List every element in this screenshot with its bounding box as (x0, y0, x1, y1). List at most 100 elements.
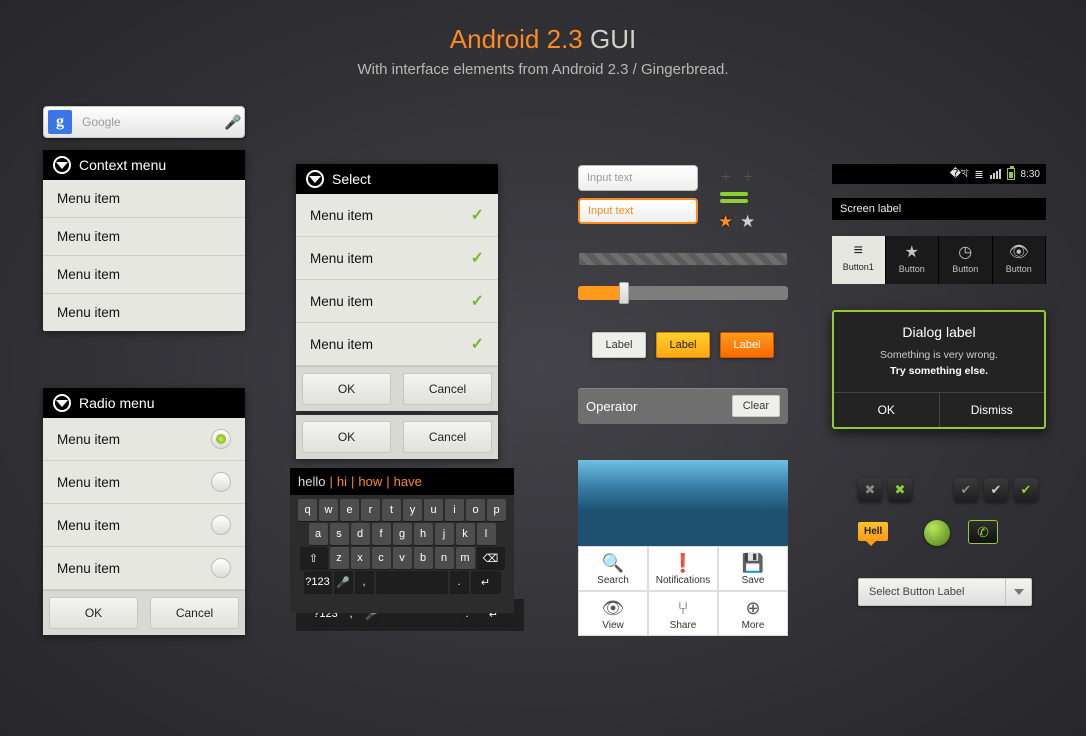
app-more[interactable]: ⊕More (718, 591, 788, 636)
enter-key[interactable]: ↵ (471, 571, 501, 593)
key-h[interactable]: h (414, 523, 433, 545)
key-b[interactable]: b (414, 547, 433, 569)
app-notifications[interactable]: ❗Notifications (648, 546, 718, 591)
radio-off-icon[interactable] (211, 515, 231, 535)
select-item[interactable]: Menu item✓ (296, 237, 498, 280)
context-menu-item[interactable]: Menu item (43, 256, 245, 294)
mic-key[interactable]: 🎤 (363, 603, 382, 625)
text-input-focused[interactable]: Input text (578, 198, 698, 224)
key-u[interactable]: u (424, 499, 443, 521)
radio-item[interactable]: Menu item (43, 418, 245, 461)
key-z[interactable]: z (330, 547, 349, 569)
context-menu-item[interactable]: Menu item (43, 218, 245, 256)
key-n[interactable]: n (435, 547, 454, 569)
soft-keyboard[interactable]: hello |hi |how |have qwertyuiop asdfghjk… (290, 468, 514, 613)
key-w[interactable]: w (319, 499, 338, 521)
key-f[interactable]: f (372, 523, 391, 545)
key-g[interactable]: g (393, 523, 412, 545)
key-v[interactable]: v (393, 547, 412, 569)
check-green-icon[interactable]: ✔ (1014, 478, 1038, 502)
star-filled-icon[interactable]: ★ (718, 212, 733, 232)
suggestion-alt[interactable]: have (394, 474, 422, 489)
ok-button[interactable]: OK (302, 421, 391, 453)
key-a[interactable]: a (309, 523, 328, 545)
key-k[interactable]: k (456, 523, 475, 545)
label-button-default[interactable]: Label (592, 332, 646, 358)
search-input[interactable]: Google (76, 115, 222, 129)
tab-button[interactable]: 👁Button (993, 236, 1047, 284)
select-item[interactable]: Menu item✓ (296, 280, 498, 323)
context-menu-item[interactable]: Menu item (43, 294, 245, 331)
key-l[interactable]: l (477, 523, 496, 545)
key-j[interactable]: j (435, 523, 454, 545)
radio-on-icon[interactable] (211, 429, 231, 449)
key-e[interactable]: e (340, 499, 359, 521)
plus-icon[interactable]: ＋ (742, 168, 754, 185)
mic-key[interactable]: 🎤 (334, 571, 353, 593)
enter-key[interactable]: ↵ (479, 603, 509, 625)
search-widget[interactable]: g Google 🎤 (43, 106, 245, 138)
select-item[interactable]: Menu item✓ (296, 323, 498, 366)
shift-key[interactable]: ⇧ (300, 547, 328, 569)
key-o[interactable]: o (466, 499, 485, 521)
close-grey-icon[interactable]: ✖ (858, 478, 882, 502)
slider[interactable] (578, 286, 788, 300)
close-green-icon[interactable]: ✖ (888, 478, 912, 502)
text-input[interactable]: Input text (578, 165, 698, 191)
key-p[interactable]: p (487, 499, 506, 521)
slider-knob[interactable] (619, 282, 629, 304)
context-menu-item[interactable]: Menu item (43, 180, 245, 218)
key-t[interactable]: t (382, 499, 401, 521)
globe-icon[interactable] (924, 520, 950, 546)
radio-off-icon[interactable] (211, 558, 231, 578)
label-button-active[interactable]: Label (720, 332, 774, 358)
select-dropdown[interactable]: Select Button Label (858, 578, 1032, 606)
key-i[interactable]: i (445, 499, 464, 521)
suggestion-alt[interactable]: hi (337, 474, 347, 489)
app-share[interactable]: ⑂Share (648, 591, 718, 636)
suggestion-alt[interactable]: how (358, 474, 382, 489)
tab-button[interactable]: ★Button (886, 236, 940, 284)
symbols-key[interactable]: ?123 (304, 571, 332, 593)
key-d[interactable]: d (351, 523, 370, 545)
tab-button[interactable]: ◷Button (939, 236, 993, 284)
space-key[interactable] (376, 571, 448, 593)
toggle-on-icon[interactable] (720, 192, 748, 196)
comma-key[interactable]: , (355, 571, 374, 593)
key-q[interactable]: q (298, 499, 317, 521)
radio-off-icon[interactable] (211, 472, 231, 492)
app-search[interactable]: 🔍Search (578, 546, 648, 591)
tab-button1[interactable]: ≡Button1 (832, 236, 886, 284)
radio-item[interactable]: Menu item (43, 504, 245, 547)
symbols-key[interactable]: ?123 (312, 603, 340, 625)
dialog-ok-button[interactable]: OK (834, 393, 940, 427)
key-m[interactable]: m (456, 547, 475, 569)
key-y[interactable]: y (403, 499, 422, 521)
mic-icon[interactable]: 🎤 (222, 114, 244, 131)
plus-icon[interactable]: ＋ (720, 168, 732, 185)
star-empty-icon[interactable]: ★ (740, 212, 755, 232)
label-button-pressed[interactable]: Label (656, 332, 710, 358)
ok-button[interactable]: OK (302, 373, 391, 405)
space-key[interactable] (384, 603, 456, 625)
app-save[interactable]: 💾Save (718, 546, 788, 591)
period-key[interactable]: . (450, 571, 469, 593)
check-grey-icon[interactable]: ✔ (954, 478, 978, 502)
key-x[interactable]: x (351, 547, 370, 569)
ok-button[interactable]: OK (49, 597, 138, 629)
check-light-icon[interactable]: ✔ (984, 478, 1008, 502)
cancel-button[interactable]: Cancel (403, 421, 492, 453)
clear-button[interactable]: Clear (732, 395, 780, 417)
radio-item[interactable]: Menu item (43, 547, 245, 590)
cancel-button[interactable]: Cancel (403, 373, 492, 405)
radio-item[interactable]: Menu item (43, 461, 245, 504)
cancel-button[interactable]: Cancel (150, 597, 239, 629)
suggestion-word[interactable]: hello (298, 474, 325, 489)
call-button[interactable]: ✆ (968, 520, 998, 544)
dialog-dismiss-button[interactable]: Dismiss (940, 393, 1045, 427)
key-c[interactable]: c (372, 547, 391, 569)
select-item[interactable]: Menu item✓ (296, 194, 498, 237)
toggle-on-icon[interactable] (720, 199, 748, 203)
backspace-key[interactable]: ⌫ (477, 547, 505, 569)
key-r[interactable]: r (361, 499, 380, 521)
